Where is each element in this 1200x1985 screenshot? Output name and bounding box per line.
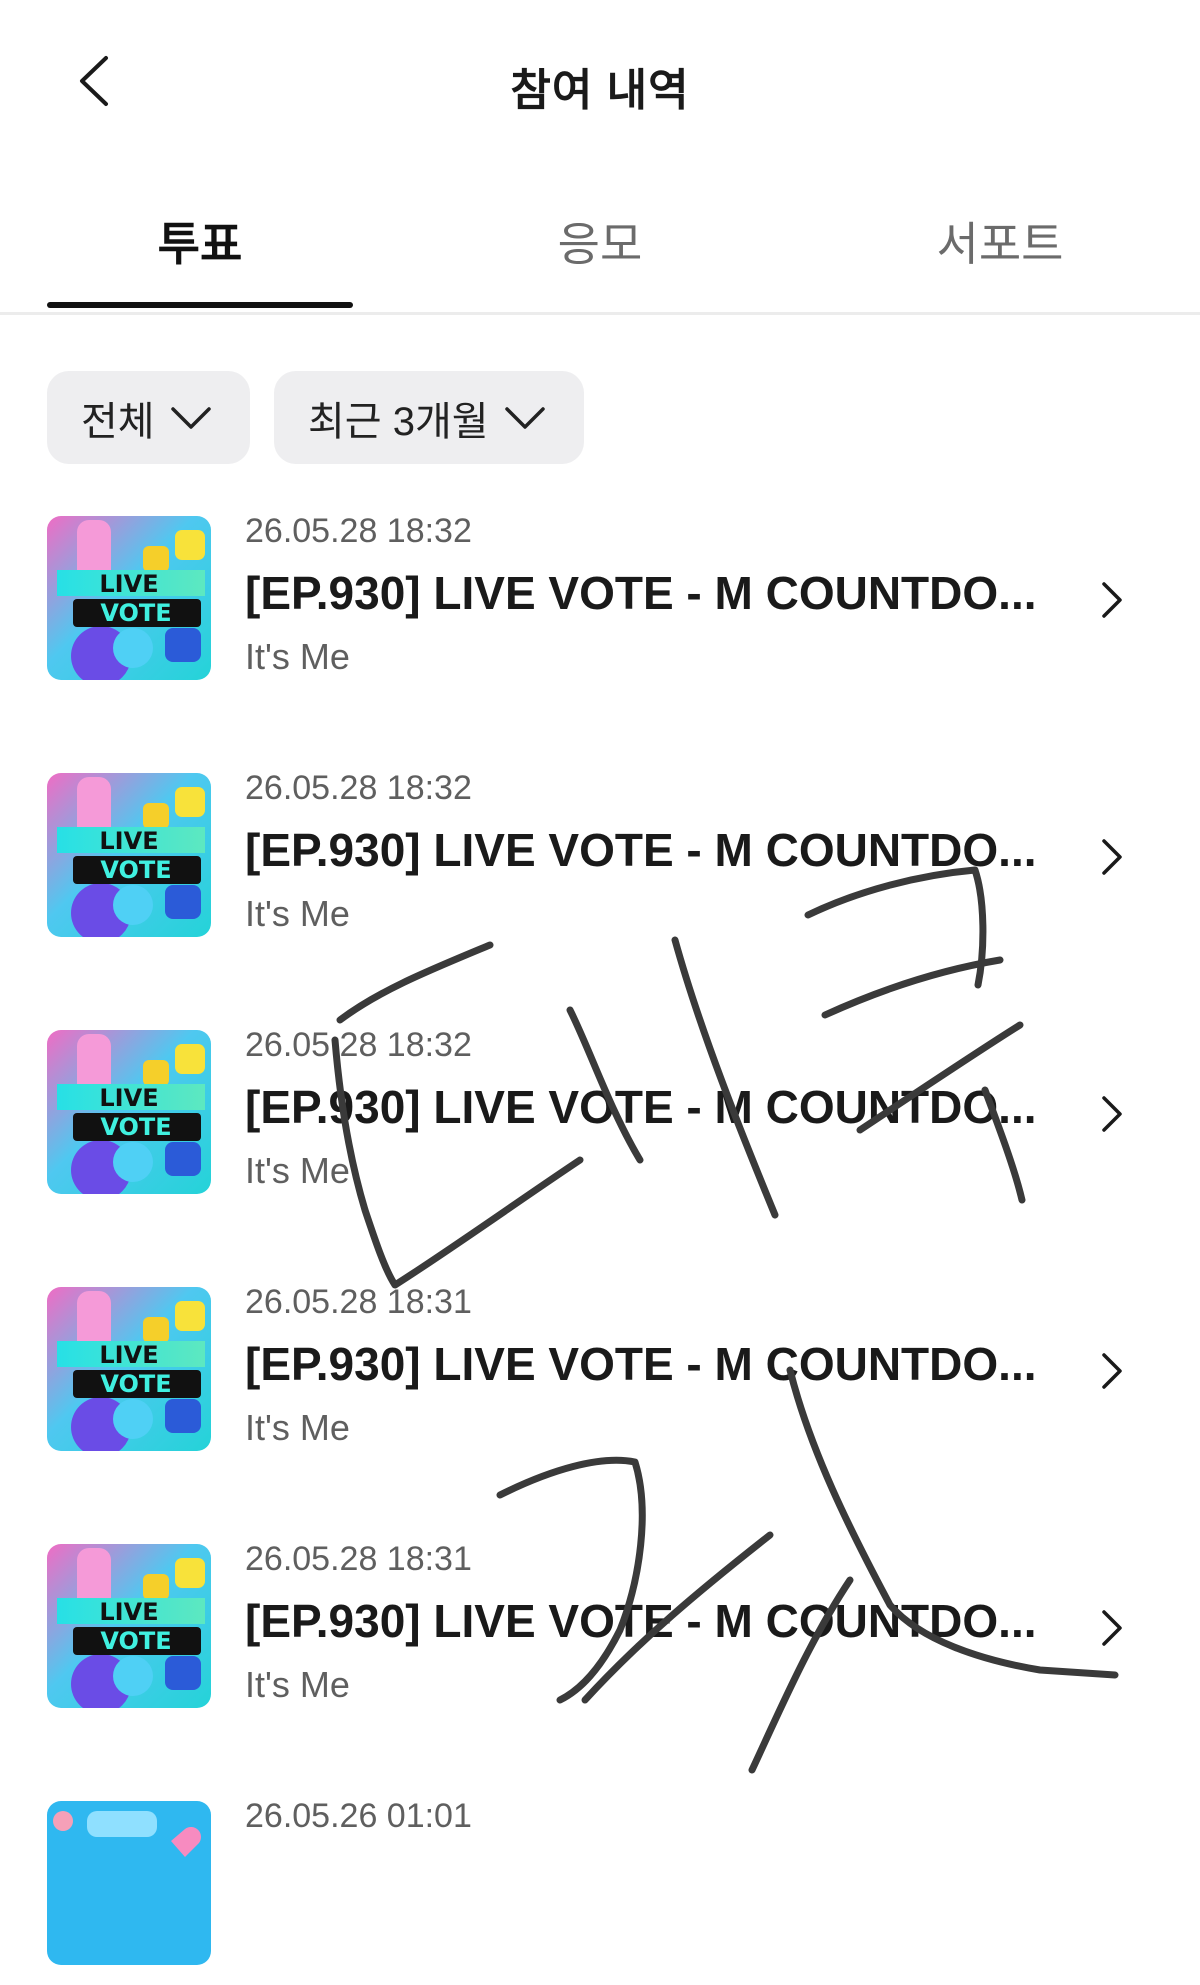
vote-date: 26.05.26 01:01 (245, 1797, 472, 1835)
svg-text:VOTE: VOTE (100, 1370, 171, 1398)
tab-support[interactable]: 서포트 (847, 208, 1153, 274)
svg-text:LIVE: LIVE (99, 570, 158, 598)
tab-vote[interactable]: 투표 (47, 208, 353, 274)
chevron-right-icon (1102, 1610, 1122, 1646)
tab-entry[interactable]: 응모 (447, 208, 753, 274)
vote-title: [EP.930] LIVE VOTE - M COUNTDO... (245, 1595, 1037, 1647)
vote-title: [EP.930] LIVE VOTE - M COUNTDO... (245, 1081, 1037, 1133)
vote-title: [EP.930] LIVE VOTE - M COUNTDO... (245, 1338, 1037, 1390)
live-vote-thumbnail: LIVE VOTE (47, 773, 211, 937)
type-filter-label: 전체 (81, 399, 155, 444)
live-vote-thumbnail: LIVE VOTE (47, 1030, 211, 1194)
vote-candidate: It's Me (245, 893, 350, 934)
vote-candidate: It's Me (245, 1150, 350, 1191)
active-tab-indicator (47, 302, 353, 308)
chevron-down-icon (504, 406, 545, 429)
vote-candidate: It's Me (245, 1407, 350, 1448)
vote-list-item[interactable]: LIVE VOTE 26.05.28 18:31 [EP.930] LIVE V… (0, 1271, 1200, 1471)
vote-list-item[interactable]: 26.05.26 01:01 (0, 1785, 1200, 1985)
vote-date: 26.05.28 18:31 (245, 1540, 472, 1578)
vote-date: 26.05.28 18:32 (245, 512, 472, 550)
page-title: 참여 내역 (510, 66, 690, 115)
live-vote-thumbnail: LIVE VOTE (47, 1544, 211, 1708)
app-header: 참여 내역 (0, 0, 1200, 160)
period-filter-label: 최근 3개월 (308, 399, 489, 444)
type-filter-dropdown[interactable]: 전체 (47, 371, 250, 464)
chevron-right-icon (1102, 1353, 1122, 1389)
svg-text:VOTE: VOTE (100, 599, 171, 627)
vote-list-item[interactable]: LIVE VOTE 26.05.28 18:32 [EP.930] LIVE V… (0, 757, 1200, 957)
vote-thumbnail (47, 1801, 211, 1965)
vote-list-item[interactable]: LIVE VOTE 26.05.28 18:32 [EP.930] LIVE V… (0, 500, 1200, 700)
svg-text:LIVE: LIVE (99, 1341, 158, 1369)
chevron-right-icon (1102, 582, 1122, 618)
chevron-right-icon (1102, 839, 1122, 875)
vote-list-item[interactable]: LIVE VOTE 26.05.28 18:31 [EP.930] LIVE V… (0, 1528, 1200, 1728)
svg-text:LIVE: LIVE (99, 1598, 158, 1626)
svg-text:LIVE: LIVE (99, 827, 158, 855)
vote-date: 26.05.28 18:31 (245, 1283, 472, 1321)
live-vote-thumbnail: LIVE VOTE (47, 1287, 211, 1451)
vote-date: 26.05.28 18:32 (245, 1026, 472, 1064)
chevron-right-icon (1102, 1096, 1122, 1132)
vote-title: [EP.930] LIVE VOTE - M COUNTDO... (245, 567, 1037, 619)
vote-title: [EP.930] LIVE VOTE - M COUNTDO... (245, 824, 1037, 876)
chevron-down-icon (170, 406, 211, 429)
svg-text:VOTE: VOTE (100, 1627, 171, 1655)
tab-bar: 투표 응모 서포트 (0, 190, 1200, 315)
period-filter-dropdown[interactable]: 최근 3개월 (274, 371, 584, 464)
svg-text:VOTE: VOTE (100, 856, 171, 884)
vote-candidate: It's Me (245, 1664, 350, 1705)
vote-date: 26.05.28 18:32 (245, 769, 472, 807)
vote-candidate: It's Me (245, 636, 350, 677)
svg-text:VOTE: VOTE (100, 1113, 171, 1141)
svg-text:LIVE: LIVE (99, 1084, 158, 1112)
vote-list-item[interactable]: LIVE VOTE 26.05.28 18:32 [EP.930] LIVE V… (0, 1014, 1200, 1214)
live-vote-thumbnail: LIVE VOTE (47, 516, 211, 680)
